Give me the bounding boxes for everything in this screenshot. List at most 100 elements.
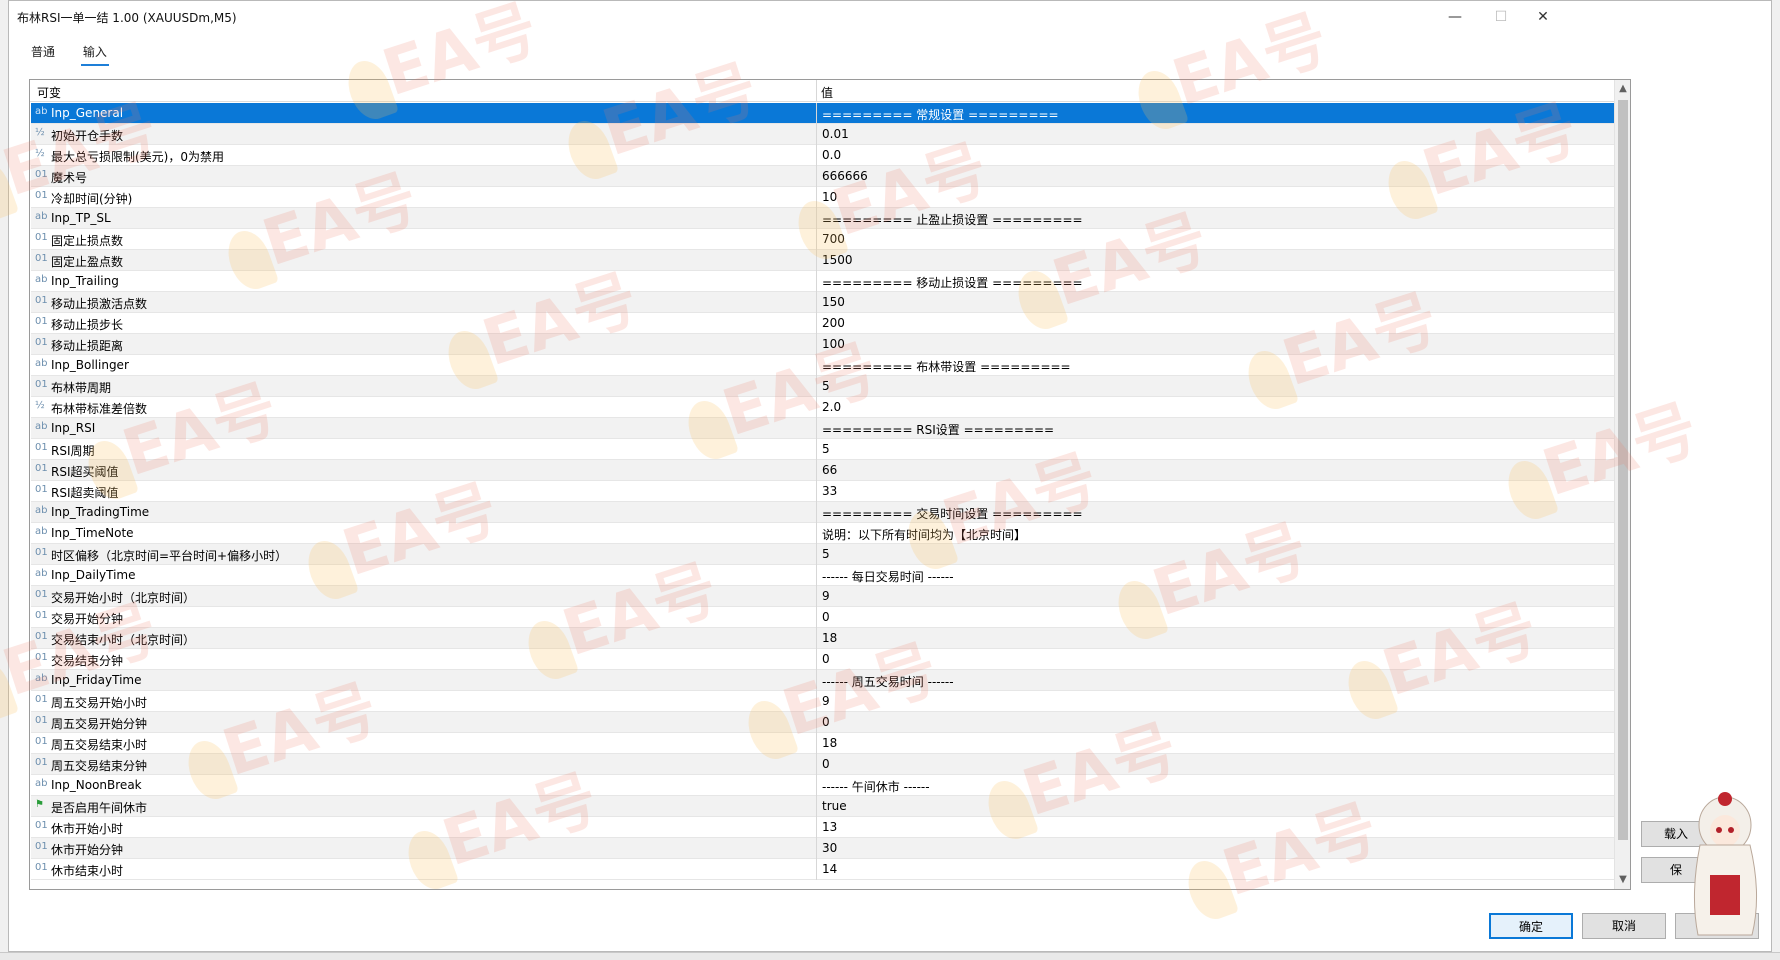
param-value[interactable]: 5 [822, 379, 830, 393]
param-row[interactable]: 01 移动止损距离 100 [31, 334, 1614, 355]
param-row[interactable]: 01 交易结束小时（北京时间） 18 [31, 628, 1614, 649]
param-row[interactable]: 01 移动止损激活点数 150 [31, 292, 1614, 313]
param-value[interactable]: 9 [822, 694, 830, 708]
scroll-up-icon[interactable]: ▲ [1615, 81, 1630, 97]
param-value[interactable]: true [822, 799, 847, 813]
param-row[interactable]: 01 周五交易开始分钟 0 [31, 712, 1614, 733]
param-value[interactable]: ========= 常规设置 ========= [822, 106, 1059, 123]
param-value[interactable]: 说明：以下所有时间均为【北京时间】 [822, 526, 1026, 543]
param-row[interactable]: 01 固定止损点数 700 [31, 229, 1614, 250]
param-row[interactable]: 01 布林带周期 5 [31, 376, 1614, 397]
header-value[interactable]: 值 [821, 84, 833, 101]
param-value[interactable]: 0 [822, 610, 830, 624]
param-row[interactable]: 01 休市开始小时 13 [31, 817, 1614, 838]
param-row[interactable]: ab Inp_RSI ========= RSI设置 ========= [31, 418, 1614, 439]
param-value[interactable]: 1500 [822, 253, 853, 267]
param-value[interactable]: ------ 周五交易时间 ------ [822, 673, 954, 690]
cell-divider [816, 187, 817, 208]
param-row[interactable]: 01 休市开始分钟 30 [31, 838, 1614, 859]
cell-divider [816, 628, 817, 649]
param-value[interactable]: 13 [822, 820, 837, 834]
param-value[interactable]: 14 [822, 862, 837, 876]
param-name: 周五交易结束小时 [51, 738, 148, 752]
param-row[interactable]: ab Inp_FridayTime ------ 周五交易时间 ------ [31, 670, 1614, 691]
param-value[interactable]: 10 [822, 190, 837, 204]
param-value[interactable]: ------ 每日交易时间 ------ [822, 568, 954, 585]
minimize-button[interactable]: — [1435, 5, 1475, 29]
param-row[interactable]: ab Inp_TP_SL ========= 止盈止损设置 ========= [31, 208, 1614, 229]
string-type-icon: ab [35, 778, 48, 789]
param-value[interactable]: 30 [822, 841, 837, 855]
param-row[interactable]: ab Inp_NoonBreak ------ 午间休市 ------ [31, 775, 1614, 796]
param-value[interactable]: 100 [822, 337, 845, 351]
param-value[interactable]: 700 [822, 232, 845, 246]
param-value[interactable]: 2.0 [822, 400, 841, 414]
string-type-icon: ab [35, 505, 48, 516]
vertical-scrollbar[interactable]: ▲ ▼ [1614, 80, 1630, 889]
param-row[interactable]: 01 休市结束小时 14 [31, 859, 1614, 880]
tab-inputs[interactable]: 输入 [80, 41, 109, 66]
param-row[interactable]: ab Inp_TradingTime ========= 交易时间设置 ======… [31, 502, 1614, 523]
param-value[interactable]: ========= 止盈止损设置 ========= [822, 211, 1083, 228]
param-row[interactable]: 01 周五交易结束小时 18 [31, 733, 1614, 754]
cell-divider [816, 586, 817, 607]
param-row[interactable]: ab Inp_DailyTime ------ 每日交易时间 ------ [31, 565, 1614, 586]
param-row[interactable]: 01 时区偏移（北京时间=平台时间+偏移小时） 5 [31, 544, 1614, 565]
param-row[interactable]: 01 周五交易结束分钟 0 [31, 754, 1614, 775]
param-value[interactable]: ------ 午间休市 ------ [822, 778, 930, 795]
column-divider[interactable] [816, 80, 817, 101]
param-value[interactable]: 200 [822, 316, 845, 330]
param-row[interactable]: 01 交易结束分钟 0 [31, 649, 1614, 670]
param-value[interactable]: ========= 布林带设置 ========= [822, 358, 1071, 375]
param-value[interactable]: 5 [822, 547, 830, 561]
maximize-button[interactable]: ☐ [1481, 5, 1521, 29]
integer-type-icon: 01 [35, 379, 48, 390]
param-row[interactable]: 01 固定止盈点数 1500 [31, 250, 1614, 271]
param-value[interactable]: 0 [822, 757, 830, 771]
param-value[interactable]: 5 [822, 442, 830, 456]
tab-general[interactable]: 普通 [29, 41, 57, 64]
close-button[interactable]: ✕ [1523, 5, 1563, 29]
param-name: 周五交易结束分钟 [51, 759, 148, 773]
param-value[interactable]: ========= 移动止损设置 ========= [822, 274, 1083, 291]
param-name: 布林带周期 [51, 381, 112, 395]
param-value[interactable]: 18 [822, 631, 837, 645]
header-variable[interactable]: 可变 [37, 84, 61, 101]
param-row[interactable]: ab Inp_Bollinger ========= 布林带设置 ========= [31, 355, 1614, 376]
param-value[interactable]: 666666 [822, 169, 868, 183]
param-row[interactable]: ab Inp_TimeNote 说明：以下所有时间均为【北京时间】 [31, 523, 1614, 544]
param-row[interactable]: 01 魔术号 666666 [31, 166, 1614, 187]
scroll-down-icon[interactable]: ▼ [1615, 872, 1630, 888]
param-value[interactable]: ========= 交易时间设置 ========= [822, 505, 1083, 522]
param-value[interactable]: 0.0 [822, 148, 841, 162]
param-value[interactable]: 0 [822, 652, 830, 666]
param-value[interactable]: 9 [822, 589, 830, 603]
cancel-button[interactable]: 取消 [1582, 913, 1666, 939]
integer-type-icon: 01 [35, 484, 48, 495]
param-value[interactable]: 0.01 [822, 127, 849, 141]
param-row[interactable]: 01 RSI超买阈值 66 [31, 460, 1614, 481]
param-row[interactable]: 01 交易开始分钟 0 [31, 607, 1614, 628]
param-row[interactable]: ab Inp_General ========= 常规设置 ========= [31, 103, 1614, 124]
param-row[interactable]: 01 冷却时间(分钟) 10 [31, 187, 1614, 208]
param-row[interactable]: ½ 最大总亏损限制(美元)，0为禁用 0.0 [31, 145, 1614, 166]
cell-divider [816, 817, 817, 838]
param-value[interactable]: 0 [822, 715, 830, 729]
param-row[interactable]: 01 周五交易开始小时 9 [31, 691, 1614, 712]
param-row[interactable]: 01 移动止损步长 200 [31, 313, 1614, 334]
param-value[interactable]: 33 [822, 484, 837, 498]
param-row[interactable]: ⚑ 是否启用午间休市 true [31, 796, 1614, 817]
param-row[interactable]: 01 交易开始小时（北京时间） 9 [31, 586, 1614, 607]
param-value[interactable]: 150 [822, 295, 845, 309]
param-value[interactable]: 66 [822, 463, 837, 477]
param-value[interactable]: ========= RSI设置 ========= [822, 421, 1054, 438]
scroll-thumb[interactable] [1618, 100, 1628, 840]
param-row[interactable]: ½ 布林带标准差倍数 2.0 [31, 397, 1614, 418]
param-row[interactable]: ab Inp_Trailing ========= 移动止损设置 ========= [31, 271, 1614, 292]
param-row[interactable]: 01 RSI超卖阈值 33 [31, 481, 1614, 502]
ok-button[interactable]: 确定 [1489, 913, 1573, 939]
param-value[interactable]: 18 [822, 736, 837, 750]
param-row[interactable]: 01 RSI周期 5 [31, 439, 1614, 460]
param-row[interactable]: ½ 初始开仓手数 0.01 [31, 124, 1614, 145]
param-name: Inp_Trailing [51, 274, 119, 288]
